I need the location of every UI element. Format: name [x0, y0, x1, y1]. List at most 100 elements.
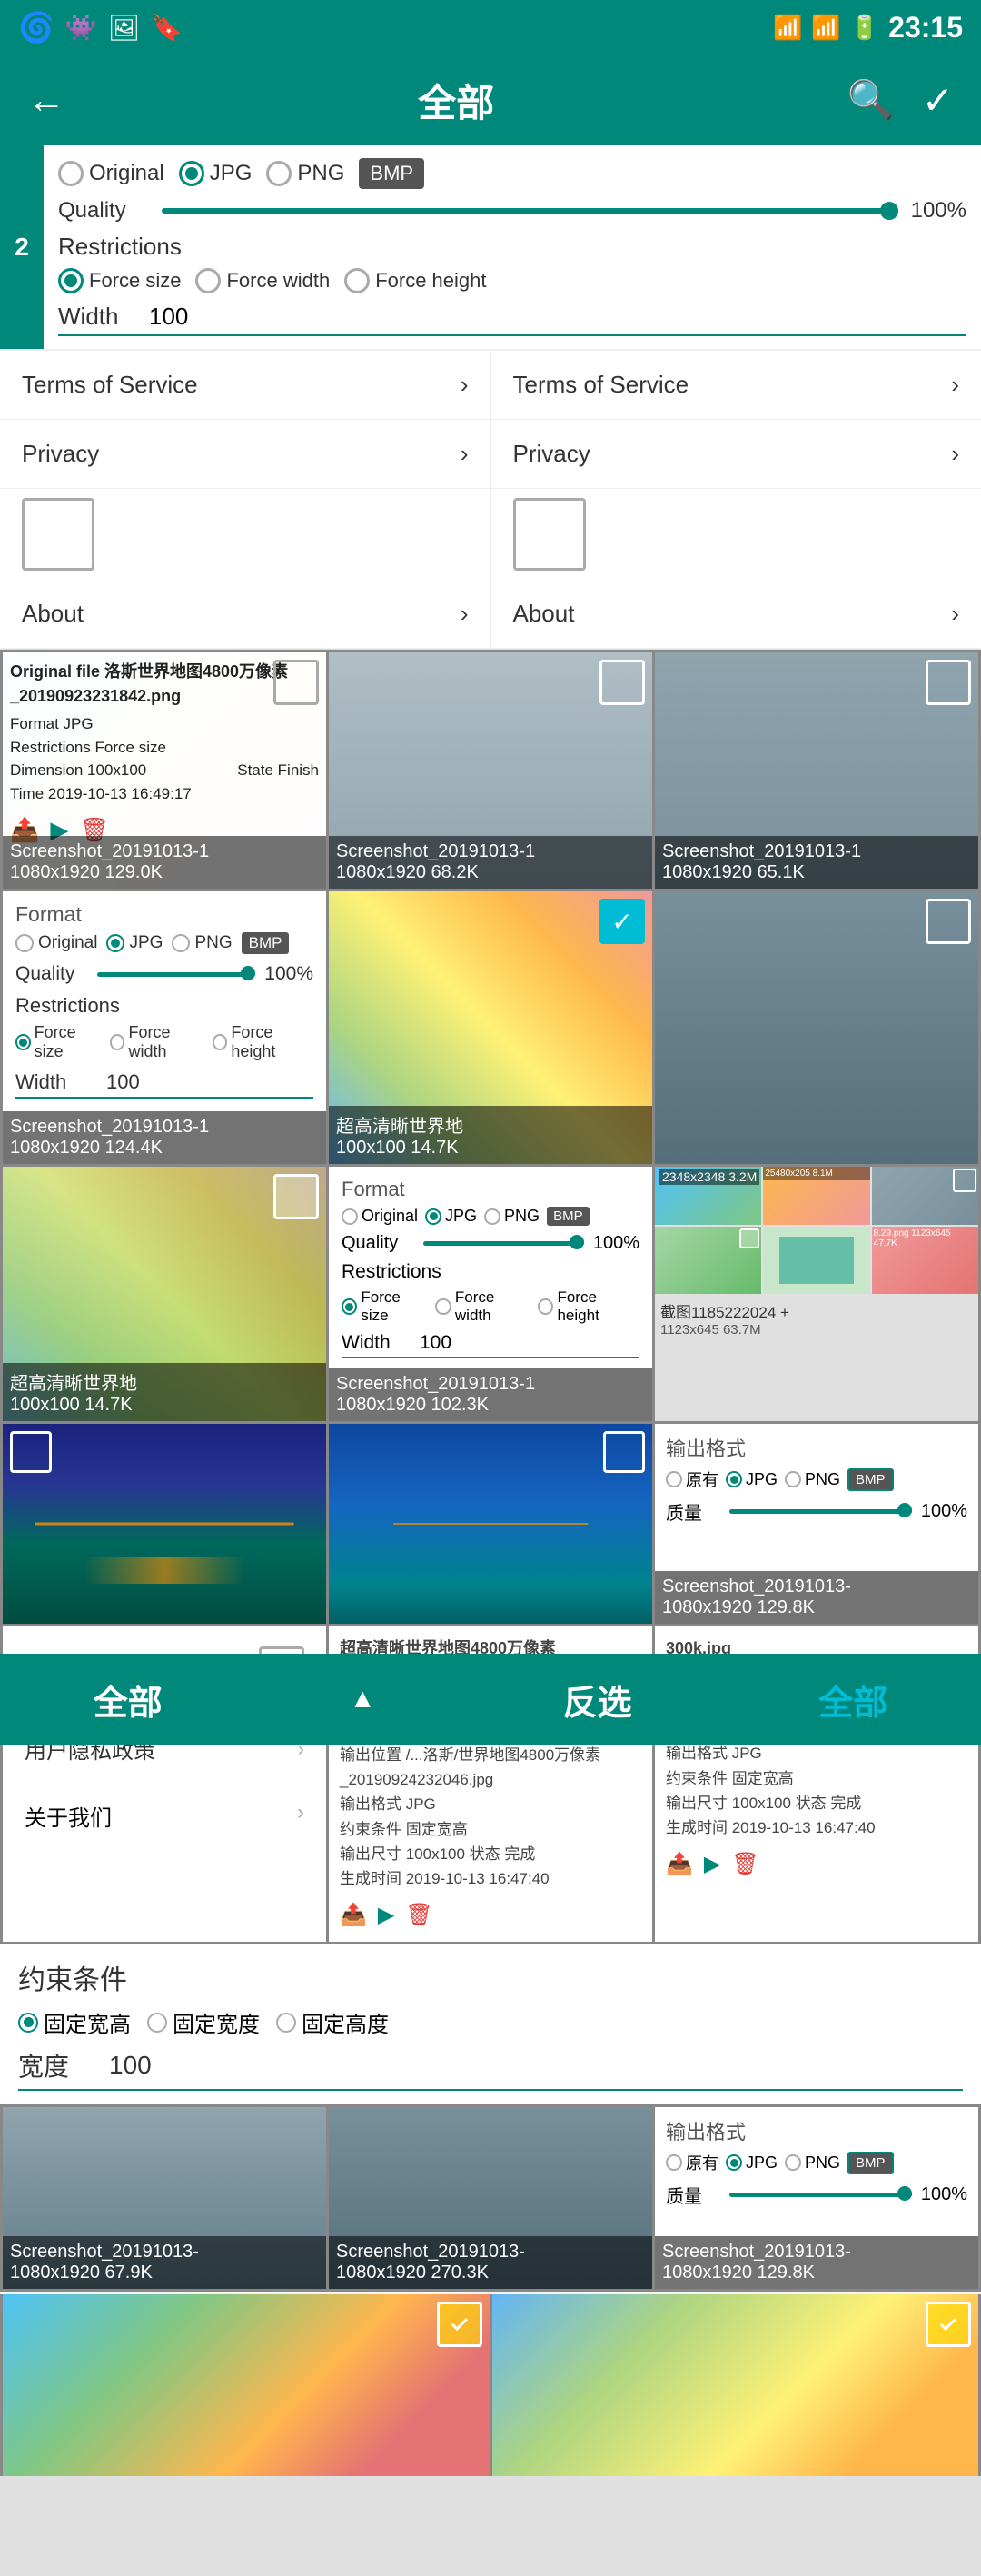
grid-cell-11[interactable]: Screenshot_20191013- 1080x1920 270.3K	[329, 2107, 652, 2289]
radio-force-height[interactable]	[344, 268, 370, 293]
cell4-quality-val: 100%	[264, 963, 313, 985]
delete-icon-3[interactable]: 🗑	[731, 1847, 758, 1882]
checkbox-left[interactable]	[22, 498, 94, 571]
cell12-bmp[interactable]: BMP	[847, 2152, 894, 2174]
status-icons-left: 🌀 👾 🖼 🔖	[18, 10, 183, 45]
grid-cell-3[interactable]: Screenshot_20191013-1 1080x1920 65.1K	[655, 652, 978, 889]
grid-cell-14[interactable]	[492, 2294, 979, 2476]
bottom-nav-all-right[interactable]: 全部	[818, 1675, 887, 1725]
batch-count: 2	[0, 145, 44, 349]
cell13-check[interactable]	[437, 2302, 482, 2347]
checkbox-right[interactable]	[513, 498, 586, 571]
radio-force-width[interactable]	[195, 268, 221, 293]
cell2-checkbox[interactable]	[600, 660, 645, 705]
play-icon-3[interactable]: ▶	[704, 1847, 720, 1882]
cell10-label: Screenshot_20191013- 1080x1920 67.9K	[3, 2236, 326, 2289]
grid-cell-12[interactable]: 输出格式 原有 JPG PNG BMP 质量 100% Screenshot_2…	[655, 2107, 978, 2289]
cell7-checkbox[interactable]	[273, 1174, 319, 1219]
cell1-file: Original file 洛斯世界地图4800万像素_201909232318…	[10, 660, 319, 709]
about-item[interactable]: 关于我们 ›	[3, 1785, 326, 1846]
grid-cell-10[interactable]: Screenshot_20191013- 1080x1920 67.9K	[3, 2107, 326, 2289]
back-button[interactable]: ←	[27, 78, 65, 122]
quality-val-small: 100%	[921, 1501, 967, 1522]
grid-cell-8[interactable]: Format Original JPG PNG BMP Quality 100%…	[329, 1167, 652, 1421]
cell12-label: Screenshot_20191013- 1080x1920 129.8K	[655, 2236, 978, 2289]
radio-jpg[interactable]	[179, 161, 204, 186]
cell4-format-radios: Original JPG PNG BMP	[15, 932, 313, 954]
send-icon-3[interactable]: 📤	[666, 1847, 693, 1882]
cell5-label: 超高清晰世界地 100x100 14.7K	[329, 1106, 652, 1164]
grid-cell-aurora2[interactable]	[329, 1424, 652, 1624]
cell4-bmp[interactable]: BMP	[242, 932, 290, 954]
restrictions-title: Restrictions	[58, 233, 966, 261]
cell8-quality-label: Quality	[342, 1233, 414, 1254]
monster-icon: 👾	[65, 13, 97, 43]
bottom-restrictions-title: 约束条件	[18, 1957, 963, 1997]
cell6-checkbox[interactable]	[926, 899, 971, 944]
format-group: Original JPG PNG BMP	[58, 158, 966, 189]
radio-png[interactable]	[266, 161, 292, 186]
bottom-nav-all-left[interactable]: 全部	[94, 1675, 163, 1725]
privacy-left[interactable]: Privacy ›	[0, 420, 490, 489]
terms-right[interactable]: Terms of Service ›	[491, 351, 981, 420]
search-button[interactable]: 🔍	[847, 78, 894, 123]
about-right[interactable]: About ›	[491, 580, 981, 649]
grid-cell-fqr-small[interactable]: 输出格式 原有 JPG PNG BMP 质量 100% Screenshot_2…	[655, 1424, 978, 1624]
grid-cell-13[interactable]	[3, 2294, 490, 2476]
cell5-check[interactable]: ✓	[600, 899, 645, 944]
cell8-quality-val: 100%	[593, 1233, 639, 1254]
format-bmp[interactable]: BMP	[359, 158, 424, 189]
cell3-checkbox[interactable]	[926, 660, 971, 705]
signal-icon: 📶	[811, 14, 840, 42]
confirm-button[interactable]: ✓	[922, 78, 954, 123]
width-label: Width	[58, 303, 149, 331]
image-grid-row3: 超高清晰世界地 100x100 14.7K Format Original JP…	[0, 1167, 981, 1424]
format-original[interactable]: Original	[58, 161, 164, 186]
cell8-width-label: Width	[342, 1332, 405, 1354]
force-width[interactable]: Force width	[195, 268, 330, 293]
force-size[interactable]: Force size	[58, 268, 181, 293]
about-left[interactable]: About ›	[0, 580, 490, 649]
grid-cell-7[interactable]: 超高清晰世界地 100x100 14.7K	[3, 1167, 326, 1421]
output-format-label: 输出格式	[666, 1433, 967, 1462]
image-grid-row6	[0, 2294, 981, 2476]
quality-label-small: 质量	[666, 1498, 720, 1525]
grid-cell-1[interactable]: Original file 洛斯世界地图4800万像素_201909232318…	[3, 652, 326, 889]
grid-cell-5[interactable]: ✓ 超高清晰世界地 100x100 14.7K	[329, 891, 652, 1164]
width-input[interactable]	[149, 303, 966, 331]
force-height[interactable]: Force height	[344, 268, 486, 293]
format-png[interactable]: PNG	[266, 161, 344, 186]
cell8-width-val: 100	[420, 1332, 451, 1354]
bottom-restrictions-section: 约束条件 固定宽高 固定宽度 固定高度 宽度 100	[0, 1944, 981, 2104]
bmp-selected-badge[interactable]: BMP	[847, 1468, 894, 1491]
terms-left[interactable]: Terms of Service ›	[0, 351, 490, 420]
time-display: 23:15	[888, 11, 963, 45]
page-title: 全部	[418, 73, 494, 128]
aurora2-checkbox[interactable]	[603, 1431, 645, 1473]
image-grid-row1: Original file 洛斯世界地图4800万像素_201909232318…	[0, 650, 981, 891]
grid-cell-6[interactable]	[655, 891, 978, 1164]
cell8-format-label: Format	[342, 1178, 639, 1201]
radio-force-size[interactable]	[58, 268, 84, 293]
top-bar: ← 全部 🔍 ✓	[0, 55, 981, 145]
privacy-right[interactable]: Privacy ›	[491, 420, 981, 489]
play-icon-2[interactable]: ▶	[378, 1898, 394, 1933]
main-content: 2 Original JPG PNG	[0, 145, 981, 2476]
radio-original[interactable]	[58, 161, 84, 186]
quality-value: 100%	[911, 198, 966, 224]
grid-cell-2[interactable]: Screenshot_20191013-1 1080x1920 68.2K	[329, 652, 652, 889]
bottom-nav: 全部 ▲ 反选 全部	[0, 1654, 981, 1745]
format-jpg[interactable]: JPG	[179, 161, 253, 186]
status-right: 📶 📶 🔋 23:15	[773, 11, 963, 45]
cell1-checkbox[interactable]	[273, 660, 319, 705]
grid-cell-4[interactable]: Format Original JPG PNG BMP	[3, 891, 326, 1164]
cell8-bmp[interactable]: BMP	[547, 1207, 590, 1226]
aurora-checkbox[interactable]	[10, 1431, 52, 1473]
delete-icon-2[interactable]: 🗑	[405, 1898, 432, 1933]
grid-cell-aurora[interactable]	[3, 1424, 326, 1624]
cell14-check[interactable]	[926, 2302, 971, 2347]
grid-cell-9[interactable]: 2348x2348 3.2M 25480x205 8.1M 8.2	[655, 1167, 978, 1421]
bottom-nav-invert[interactable]: 反选	[563, 1675, 632, 1725]
restrictions-group: Force size Force width Force height	[58, 268, 966, 293]
send-icon-2[interactable]: 📤	[340, 1898, 367, 1933]
